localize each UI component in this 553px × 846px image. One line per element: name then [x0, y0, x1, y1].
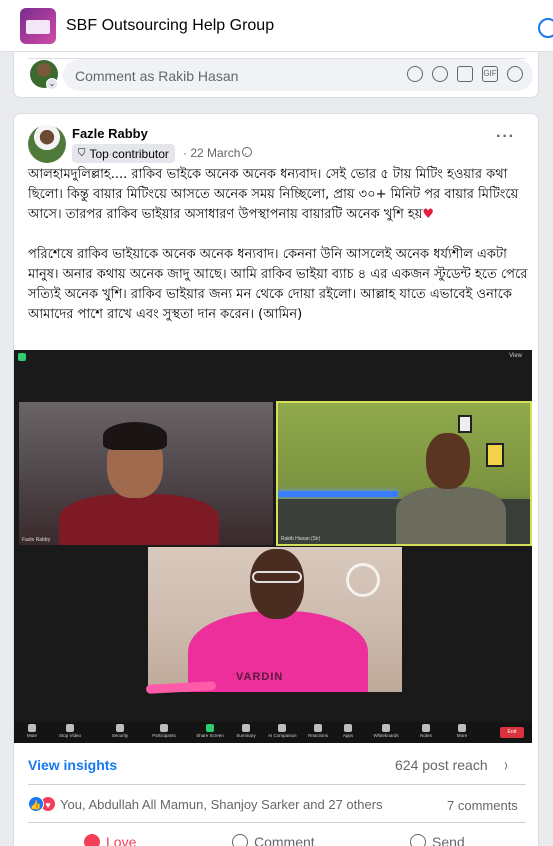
- participant-body: [59, 494, 219, 545]
- smile-icon: [314, 724, 322, 732]
- video-icon: [66, 724, 74, 732]
- comment-label: Comment: [254, 834, 315, 846]
- comment-icon: [232, 834, 248, 846]
- people-icon: [160, 724, 168, 732]
- sparkle-icon: [278, 724, 286, 732]
- more-options-icon[interactable]: ···: [496, 128, 515, 146]
- tb-share-screen: Share Screen: [196, 723, 224, 738]
- tb-reactions: Reactions: [304, 723, 332, 738]
- group-thumbnail[interactable]: [20, 8, 56, 44]
- notes-icon: [422, 724, 430, 732]
- post-card: Fazle Rabby ⛉ Top contributor · 22 March…: [13, 113, 539, 846]
- like-reaction-icon: 👍: [28, 796, 44, 812]
- share-screen-icon: [206, 724, 214, 732]
- view-label: View: [509, 353, 522, 359]
- tb-participants: Participants: [150, 723, 178, 738]
- top-contributor-badge[interactable]: ⛉ Top contributor: [72, 144, 175, 163]
- camera-icon[interactable]: [457, 66, 473, 82]
- shield-icon: [116, 724, 124, 732]
- tb-notes: Notes: [412, 723, 440, 738]
- chevron-right-icon[interactable]: ›: [504, 755, 508, 776]
- send-icon: [410, 834, 426, 846]
- apps-icon: [344, 724, 352, 732]
- glasses: [252, 571, 302, 583]
- comments-count[interactable]: 7 comments: [447, 798, 518, 813]
- reaction-names: You, Abdullah All Mamun, Shanjoy Sarker …: [60, 796, 383, 812]
- comment-card: ⌄ Comment as Rakib Hasan GIF: [13, 52, 539, 98]
- end-button: End: [500, 727, 524, 738]
- participant-body: [396, 487, 506, 544]
- author-name[interactable]: Fazle Rabby: [72, 126, 148, 141]
- sticker-icon[interactable]: [507, 66, 523, 82]
- divider: [28, 784, 526, 785]
- time-text: 22 March: [190, 146, 241, 160]
- shield-icon: [18, 353, 26, 361]
- paragraph-1-text: আলহামদুলিল্লাহ.... রাকিব ভাইকে অনেক অনেক…: [28, 167, 519, 222]
- tb-security: Security: [106, 723, 134, 738]
- post-reach[interactable]: 624 post reach: [395, 757, 488, 773]
- divider: [28, 822, 526, 823]
- group-header: SBF Outsourcing Help Group: [0, 0, 553, 52]
- gif-icon[interactable]: GIF: [482, 66, 498, 82]
- hoodie-text: VARDIN: [236, 671, 284, 683]
- emoji-icon[interactable]: [432, 66, 448, 82]
- video-tile-guest: VARDIN: [148, 547, 402, 692]
- time-dot: ·: [183, 146, 187, 160]
- post-timestamp[interactable]: · 22 March ·: [183, 146, 248, 160]
- more-icon: [458, 724, 466, 732]
- reactions-summary[interactable]: 👍 ♥ You, Abdullah All Mamun, Shanjoy Sar…: [28, 796, 383, 812]
- post-paragraph-1: আলহামদুলিল্লাহ.... রাকিব ভাইকে অনেক অনেক…: [28, 165, 528, 225]
- love-button[interactable]: Love: [84, 834, 136, 846]
- tile-label: Rakib Hasan (Sir): [281, 536, 321, 542]
- post-image[interactable]: View Fazle Rabby Rakib Hasan (Sir) VARDI…: [14, 350, 532, 743]
- heart-icon: ♥: [422, 207, 435, 222]
- zoom-toolbar: Mute Stop Video Security Participants Sh…: [14, 722, 532, 743]
- heart-icon: [84, 834, 100, 846]
- header-action-icon[interactable]: [538, 18, 553, 38]
- wall-frame: [458, 415, 472, 433]
- zoom-topbar: View: [14, 350, 532, 364]
- group-title[interactable]: SBF Outsourcing Help Group: [66, 17, 274, 35]
- comment-placeholder: Comment as Rakib Hasan: [75, 68, 239, 84]
- whiteboard-icon: [382, 724, 390, 732]
- participant-face: [426, 433, 470, 489]
- love-label: Love: [106, 834, 137, 846]
- tile-label: Fazle Rabby: [22, 537, 51, 543]
- mic-icon: [28, 724, 36, 732]
- globe-icon: [242, 147, 252, 157]
- video-tile-rakib: Rakib Hasan (Sir): [276, 401, 532, 546]
- participant-face: [250, 549, 304, 619]
- chevron-down-icon[interactable]: ⌄: [46, 78, 58, 90]
- author-avatar[interactable]: [28, 125, 66, 163]
- view-insights-link[interactable]: View insights: [28, 757, 117, 773]
- send-label: Send: [432, 834, 465, 846]
- tb-ai-companion: AI Companion: [268, 723, 297, 738]
- participant-hair: [103, 422, 167, 450]
- shield-icon: ⛉: [78, 148, 86, 159]
- comment-input[interactable]: Comment as Rakib Hasan GIF: [63, 59, 533, 91]
- tb-apps: Apps: [334, 723, 362, 738]
- badge-label: Top contributor: [89, 146, 169, 161]
- tb-stop-video: Stop Video: [56, 723, 84, 738]
- comment-button[interactable]: Comment: [232, 834, 315, 846]
- avatar-sticker-icon[interactable]: [407, 66, 423, 82]
- summary-icon: [242, 724, 250, 732]
- video-tile-fazle: Fazle Rabby: [19, 402, 273, 545]
- neon-light: [278, 491, 398, 497]
- post-actions: Love Comment Send: [14, 828, 538, 846]
- tb-summary: Summary: [232, 723, 260, 738]
- send-button[interactable]: Send: [410, 834, 465, 846]
- ring-light: [346, 563, 380, 597]
- tb-mute: Mute: [18, 723, 46, 738]
- comment-tools: GIF: [407, 66, 523, 82]
- tb-whiteboards: Whiteboards: [372, 723, 400, 738]
- post-paragraph-2: পরিশেষে রাকিব ভাইয়াকে অনেক অনেক ধন্যবাদ…: [28, 247, 528, 322]
- wall-frame: [486, 443, 504, 467]
- tb-more: More: [448, 723, 476, 738]
